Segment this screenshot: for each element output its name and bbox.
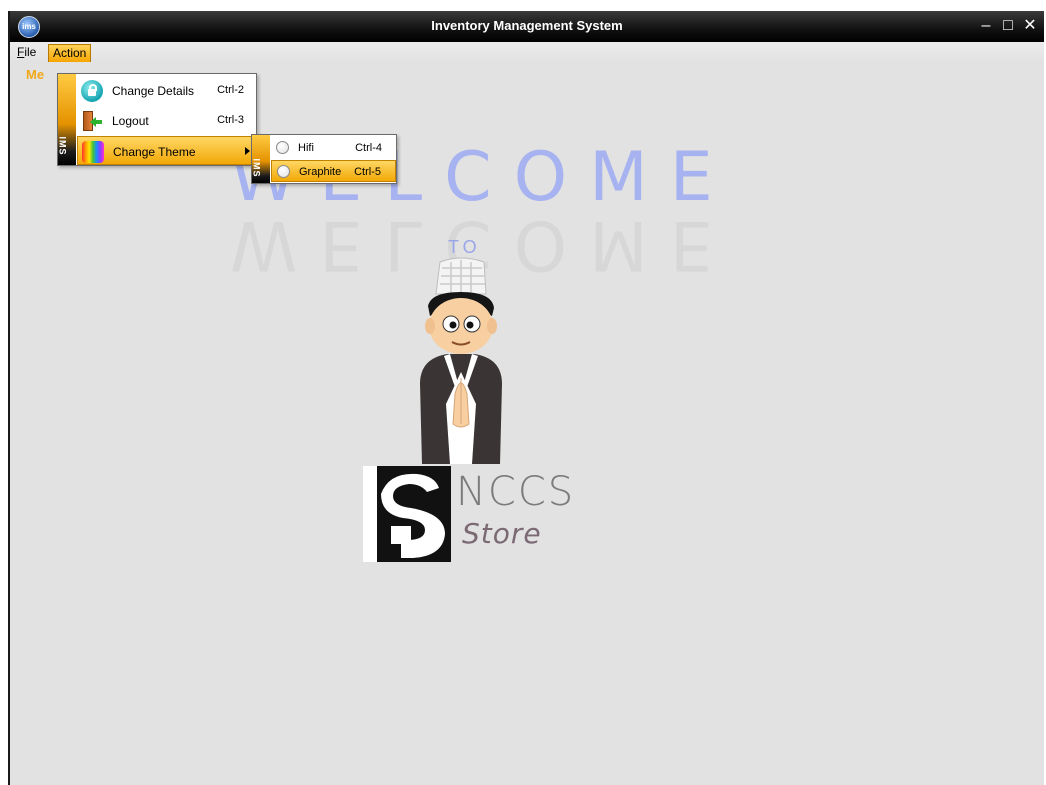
menu-item-label: Logout: [112, 114, 149, 128]
menu-file[interactable]: File: [13, 44, 40, 62]
menu-item-shortcut: Ctrl-2: [217, 84, 244, 96]
brand-nccs-text: NCCS: [456, 469, 576, 515]
window-title: Inventory Management System: [431, 18, 623, 33]
logout-door-icon: [81, 110, 103, 132]
submenu-item-shortcut: Ctrl-4: [355, 142, 382, 154]
obscured-menu-label: Me: [26, 67, 45, 82]
title-bar[interactable]: ims Inventory Management System – □ ✕: [10, 11, 1044, 42]
submenu-item-hifi[interactable]: Hifi Ctrl-4: [271, 137, 396, 159]
menu-item-label: Change Details: [112, 84, 195, 98]
theme-submenu-popup: IMS Hifi Ctrl-4 Graphite Ctrl-5: [251, 134, 397, 184]
submenu-item-graphite[interactable]: Graphite Ctrl-5: [271, 160, 396, 182]
submenu-side-stripe: IMS: [252, 135, 270, 183]
submenu-item-label: Graphite: [299, 166, 342, 178]
radio-button-icon[interactable]: [276, 141, 289, 154]
radio-button-icon[interactable]: [277, 165, 290, 178]
menu-action[interactable]: Action: [48, 44, 92, 62]
lock-icon: [81, 80, 103, 102]
color-palette-icon: [82, 141, 104, 163]
submenu-item-label: Hifi: [298, 142, 314, 154]
close-icon[interactable]: ✕: [1020, 15, 1040, 37]
brand-store-text: Store: [462, 517, 542, 550]
menu-side-stripe: IMS: [58, 74, 76, 165]
menu-bar: File Action: [10, 42, 1044, 62]
submenu-side-label: IMS: [251, 158, 262, 178]
menu-item-change-theme[interactable]: Change Theme: [77, 136, 256, 165]
submenu-item-shortcut: Ctrl-5: [354, 166, 381, 178]
mascot-illustration: [420, 257, 502, 464]
menu-item-shortcut: Ctrl-3: [217, 114, 244, 126]
action-menu-popup: IMS Change Details Ctrl-2 Logout Ctrl-3 …: [57, 73, 257, 166]
minimize-icon[interactable]: –: [976, 15, 996, 37]
menu-side-label: IMS: [57, 136, 68, 156]
submenu-arrow-icon: [245, 147, 250, 155]
menu-item-change-details[interactable]: Change Details Ctrl-2: [77, 76, 256, 105]
maximize-icon[interactable]: □: [998, 15, 1018, 37]
app-window: ims Inventory Management System – □ ✕ Fi…: [8, 11, 1044, 785]
menu-item-label: Change Theme: [113, 145, 196, 159]
menu-item-logout[interactable]: Logout Ctrl-3: [77, 106, 256, 135]
